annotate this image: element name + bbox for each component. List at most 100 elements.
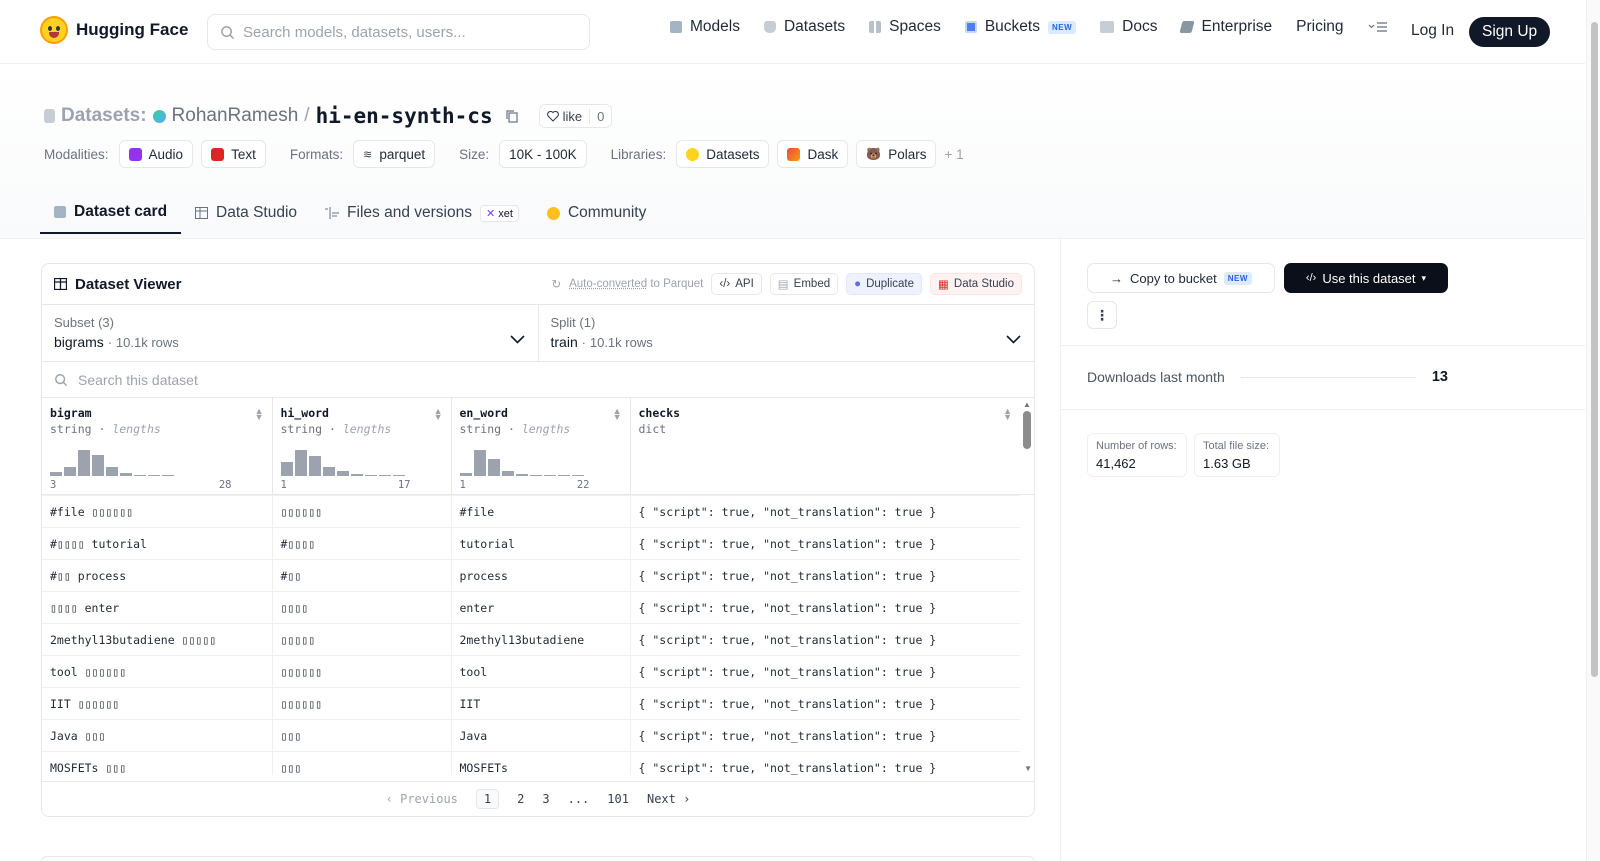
tab-files-and-versions[interactable]: Files and versions ✕ xet bbox=[311, 192, 533, 234]
histogram-bar[interactable] bbox=[148, 475, 160, 476]
tab-community[interactable]: Community bbox=[533, 192, 660, 234]
table-cell[interactable]: MOSFETs bbox=[451, 751, 631, 775]
histogram-bar[interactable] bbox=[134, 475, 146, 476]
user-avatar[interactable] bbox=[152, 109, 166, 123]
table-cell[interactable]: enter bbox=[451, 591, 631, 624]
size-chip[interactable]: 10K - 100K bbox=[499, 140, 587, 168]
histogram-bar[interactable] bbox=[106, 467, 118, 476]
histogram-bar[interactable] bbox=[364, 475, 377, 476]
histogram-bar[interactable] bbox=[392, 475, 405, 476]
table-row[interactable]: 2methyl13butadiene ▯▯▯▯▯ ▯▯▯▯▯ 2methyl13bu… bbox=[42, 623, 1020, 656]
library-dask-chip[interactable]: Dask bbox=[777, 140, 849, 168]
modality-text-chip[interactable]: Text bbox=[201, 140, 266, 168]
dataset-search[interactable] bbox=[42, 362, 1034, 398]
histogram-bar[interactable] bbox=[336, 471, 349, 476]
histogram-bar[interactable] bbox=[64, 467, 76, 476]
table-cell[interactable]: { "script": true, "not_translation": tru… bbox=[630, 655, 1020, 688]
table-row[interactable]: Java ▯▯▯ ▯▯▯ Java{ "script": true, "not_tr… bbox=[42, 719, 1020, 752]
libraries-more[interactable]: + 1 bbox=[944, 147, 963, 162]
nav-datasets[interactable]: Datasets bbox=[763, 18, 845, 36]
nav-models[interactable]: Models bbox=[670, 18, 740, 36]
copy-to-bucket-button[interactable]: → Copy to bucket NEW bbox=[1087, 263, 1275, 293]
table-cell[interactable]: tool bbox=[451, 655, 631, 688]
next-page-button[interactable]: Next › bbox=[647, 792, 690, 806]
copy-icon[interactable] bbox=[505, 109, 519, 123]
column-header-2[interactable]: en_word string · lengths ▲ ▼ 1 22 bbox=[451, 398, 631, 494]
global-search[interactable] bbox=[207, 14, 590, 50]
table-cell[interactable]: #▯▯ process bbox=[42, 559, 273, 592]
table-cell[interactable]: { "script": true, "not_translation": tru… bbox=[630, 527, 1020, 560]
histogram-bar[interactable] bbox=[120, 473, 132, 476]
use-this-dataset-button[interactable]: ‹/› Use this dataset ▾ bbox=[1284, 263, 1448, 293]
column-header-0[interactable]: bigram string · lengths ▲ ▼ 3 28 bbox=[42, 398, 273, 494]
table-cell[interactable]: { "script": true, "not_translation": tru… bbox=[630, 623, 1020, 656]
histogram-bar[interactable] bbox=[162, 475, 174, 476]
table-row[interactable]: #▯▯▯▯ tutorial #▯▯▯▯ tutorial{ "script": t… bbox=[42, 527, 1020, 560]
dataset-search-input[interactable] bbox=[78, 371, 478, 388]
subset-select[interactable]: Subset (3) bigrams · 10.1k rows bbox=[42, 305, 538, 361]
table-cell[interactable]: ▯▯▯▯▯▯ bbox=[272, 495, 452, 528]
table-cell[interactable]: ▯▯▯ bbox=[272, 719, 452, 752]
scroll-down-icon[interactable]: ▼ bbox=[1024, 764, 1032, 773]
histogram-bar[interactable] bbox=[378, 475, 391, 476]
sort-icon[interactable]: ▲ ▼ bbox=[255, 407, 264, 422]
page-101-button[interactable]: 101 bbox=[607, 792, 629, 806]
page-2-button[interactable]: 2 bbox=[517, 792, 524, 806]
nav-docs[interactable]: Docs bbox=[1100, 18, 1157, 36]
search-input[interactable] bbox=[243, 23, 563, 41]
histogram-bar[interactable] bbox=[294, 450, 307, 476]
duplicate-button[interactable]: ● Duplicate bbox=[846, 273, 923, 295]
signup-button[interactable]: Sign Up bbox=[1469, 17, 1551, 47]
sort-icon[interactable]: ▲ ▼ bbox=[1003, 407, 1012, 422]
split-select[interactable]: Split (1) train · 10.1k rows bbox=[537, 305, 1035, 361]
histogram-bar[interactable] bbox=[487, 459, 500, 476]
table-cell[interactable]: IIT bbox=[451, 687, 631, 720]
table-cell[interactable]: Java bbox=[451, 719, 631, 752]
histogram-bar[interactable] bbox=[50, 472, 62, 476]
nav-pricing[interactable]: Pricing bbox=[1296, 18, 1343, 36]
table-row[interactable]: MOSFETs ▯▯▯ ▯▯▯ MOSFETs{ "script": true, "… bbox=[42, 751, 1020, 775]
like-button[interactable]: like 0 bbox=[538, 104, 613, 128]
more-options-button[interactable]: ⋮ bbox=[1087, 301, 1117, 329]
table-cell[interactable]: MOSFETs ▯▯▯ bbox=[42, 751, 273, 775]
histogram-bar[interactable] bbox=[92, 455, 104, 476]
repo-name-link[interactable]: hi-en-synth-cs bbox=[316, 104, 493, 128]
histogram-bar[interactable] bbox=[571, 475, 584, 476]
like-count[interactable]: 0 bbox=[589, 108, 611, 124]
nav-enterprise[interactable]: Enterprise bbox=[1179, 18, 1272, 36]
table-cell[interactable]: { "script": true, "not_translation": tru… bbox=[630, 495, 1020, 528]
sort-icon[interactable]: ▲ ▼ bbox=[613, 407, 622, 422]
login-link[interactable]: Log In bbox=[1411, 22, 1454, 40]
table-cell[interactable]: { "script": true, "not_translation": tru… bbox=[630, 559, 1020, 592]
format-parquet-chip[interactable]: ≋ parquet bbox=[353, 140, 436, 168]
table-row[interactable]: tool ▯▯▯▯▯▯ ▯▯▯▯▯▯ tool{ "script": true, "… bbox=[42, 655, 1020, 688]
brand-logo[interactable]: Hugging Face bbox=[40, 16, 188, 44]
table-row[interactable]: IIT ▯▯▯▯▯▯ ▯▯▯▯▯▯ IIT{ "script": true, "no… bbox=[42, 687, 1020, 720]
page-1-button[interactable]: 1 bbox=[475, 789, 500, 809]
table-cell[interactable]: tool ▯▯▯▯▯▯ bbox=[42, 655, 273, 688]
library-polars-chip[interactable]: 🐻 Polars bbox=[856, 140, 937, 168]
table-row[interactable]: #▯▯ process #▯▯ process{ "script": true, "… bbox=[42, 559, 1020, 592]
table-cell[interactable]: #▯▯▯▯ bbox=[272, 527, 452, 560]
table-cell[interactable]: 2methyl13butadiene ▯▯▯▯▯ bbox=[42, 623, 273, 656]
table-cell[interactable]: #file ▯▯▯▯▯▯ bbox=[42, 495, 273, 528]
scroll-up-icon[interactable]: ▲ bbox=[1020, 400, 1034, 409]
histogram-bar[interactable] bbox=[322, 467, 335, 476]
page-scrollbar[interactable] bbox=[1586, 0, 1600, 861]
histogram-bar[interactable] bbox=[280, 462, 293, 476]
table-cell[interactable]: process bbox=[451, 559, 631, 592]
table-cell[interactable]: ▯▯▯ bbox=[272, 751, 452, 775]
prev-page-button[interactable]: ‹ Previous bbox=[386, 792, 458, 806]
embed-button[interactable]: ▤ Embed bbox=[769, 273, 839, 295]
table-cell[interactable]: 2methyl13butadiene bbox=[451, 623, 631, 656]
table-cell[interactable]: #file bbox=[451, 495, 631, 528]
modality-audio-chip[interactable]: Audio bbox=[118, 140, 194, 168]
sort-icon[interactable]: ▲ ▼ bbox=[434, 407, 443, 422]
table-cell[interactable]: #▯▯ bbox=[272, 559, 452, 592]
table-cell[interactable]: { "script": true, "not_translation": tru… bbox=[630, 687, 1020, 720]
table-cell[interactable]: { "script": true, "not_translation": tru… bbox=[630, 719, 1020, 752]
table-cell[interactable]: ▯▯▯▯▯ bbox=[272, 623, 452, 656]
histogram-bar[interactable] bbox=[308, 456, 321, 476]
api-button[interactable]: ‹/› API bbox=[711, 273, 762, 295]
histogram-bar[interactable] bbox=[78, 450, 90, 476]
